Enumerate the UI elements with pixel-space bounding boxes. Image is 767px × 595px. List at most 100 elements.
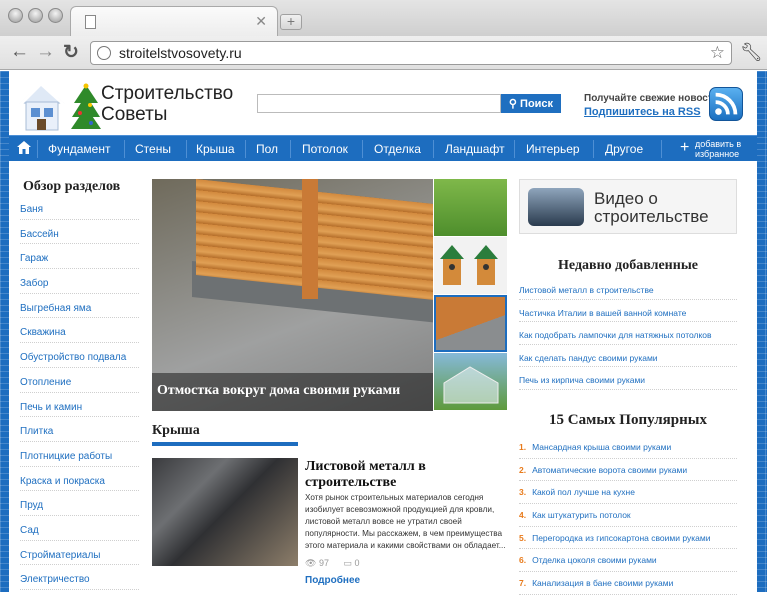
popular-rank: 1. (519, 442, 527, 452)
home-icon[interactable] (17, 141, 31, 154)
article-title[interactable]: Листовой металл в строительстве (305, 459, 485, 491)
globe-icon (97, 46, 111, 60)
popular-item-label: Канализация в бане своими руками (532, 578, 674, 589)
popular-item-label: Какой пол лучше на кухне (532, 487, 635, 498)
slider-thumbnail[interactable] (434, 237, 507, 294)
nav-item-roof[interactable]: Крыша (196, 142, 235, 156)
popular-item[interactable]: 6. Отделка цоколя своими руками (519, 549, 737, 573)
video-banner[interactable]: Видео о строительстве (519, 179, 737, 234)
popular-item[interactable]: 1. Мансардная крыша своими руками (519, 436, 737, 459)
nav-divider (433, 140, 434, 158)
comment-icon: ▭ (343, 558, 352, 568)
popular-item[interactable]: 3. Какой пол лучше на кухне (519, 481, 737, 505)
nav-item-landscape[interactable]: Ландшафт (445, 142, 505, 156)
sidebar-item[interactable]: Краска и покраска (20, 467, 139, 492)
nav-item-walls[interactable]: Стены (135, 142, 171, 156)
new-tab-button[interactable]: + (280, 14, 302, 30)
popular-item[interactable]: 2. Автоматические ворота своими руками (519, 459, 737, 482)
site-logo-text[interactable]: Строительство Советы (101, 83, 233, 125)
search-icon: ⚲ (508, 98, 517, 110)
nav-item-interior[interactable]: Интерьер (526, 142, 580, 156)
recent-item[interactable]: Как подобрать лампочки для натяжных пото… (519, 322, 737, 345)
popular-rank: 3. (519, 487, 527, 498)
sidebar-item[interactable]: Выгребная яма (20, 294, 139, 319)
article-thumbnail[interactable] (152, 458, 298, 566)
sidebar-item[interactable]: Скважина (20, 318, 139, 344)
house-logo-icon[interactable] (17, 77, 77, 133)
nav-divider (290, 140, 291, 158)
nav-divider (186, 140, 187, 158)
bookmark-star-icon[interactable]: ☆ (710, 43, 725, 63)
article-excerpt: Хотя рынок строительных материалов сегод… (305, 493, 506, 550)
nav-item-floor[interactable]: Пол (256, 142, 278, 156)
minimize-window-button[interactable] (28, 8, 43, 23)
address-bar[interactable]: stroitelstvosovety.ru ☆ (90, 41, 732, 65)
popular-rank: 6. (519, 555, 527, 566)
nav-item-ceiling[interactable]: Потолок (302, 142, 348, 156)
nav-item-foundation[interactable]: Фундамент (48, 142, 110, 156)
maximize-window-button[interactable] (48, 8, 63, 23)
nav-divider (124, 140, 125, 158)
slider-thumbnail[interactable] (434, 295, 507, 352)
recent-item[interactable]: Листовой металл в строительстве (519, 277, 737, 300)
sidebar-item[interactable]: Отопление (20, 368, 139, 393)
nav-divider (514, 140, 515, 158)
sidebar-item[interactable]: Стройматериалы (20, 541, 139, 566)
nav-item-finishing[interactable]: Отделка (374, 142, 421, 156)
popular-item-label: Перегородка из гипсокартона своими рукам… (532, 532, 711, 543)
browser-toolbar: ← → ↻ stroitelstvosovety.ru ☆ (0, 36, 767, 70)
recent-item[interactable]: Частичка Италии в вашей ванной комнате (519, 300, 737, 322)
slider-thumbnail[interactable] (434, 353, 507, 410)
popular-item[interactable]: 7. Канализация в бане своими руками (519, 572, 737, 595)
page-icon (85, 15, 96, 29)
video-camera-icon (528, 188, 584, 226)
nav-item-other[interactable]: Другое (605, 142, 643, 156)
christmas-tree-icon (71, 83, 101, 129)
search-button[interactable]: ⚲ Поиск (501, 94, 561, 113)
recent-title: Недавно добавленные (558, 258, 698, 273)
sidebar-item[interactable]: Пруд (20, 491, 139, 516)
close-tab-icon[interactable]: ✕ (255, 13, 267, 30)
sidebar-item[interactable]: Обустройство подвала (20, 343, 139, 368)
section-heading[interactable]: Крыша (152, 423, 200, 439)
close-window-button[interactable] (8, 8, 23, 23)
forward-arrow-icon[interactable]: → (36, 41, 55, 63)
plus-icon[interactable]: + (680, 139, 689, 157)
add-to-favorites-link[interactable]: добавить в избранное (695, 139, 741, 159)
sidebar-item[interactable]: Сад (20, 516, 139, 541)
rss-icon[interactable] (709, 87, 743, 121)
sidebar-item[interactable]: Плитка (20, 417, 139, 442)
wrench-icon[interactable]: 🔧︎ (740, 42, 763, 63)
recent-item[interactable]: Печь из кирпича своими руками (519, 367, 737, 390)
popular-item-label: Мансардная крыша своими руками (532, 442, 672, 452)
rss-subscribe-link[interactable]: Подпишитесь на RSS (584, 106, 701, 118)
back-arrow-icon[interactable]: ← (10, 41, 29, 63)
sidebar-item[interactable]: Гараж (20, 244, 139, 270)
popular-item[interactable]: 5. Перегородка из гипсокартона своими рук… (519, 527, 737, 550)
sidebar-title: Обзор разделов (23, 179, 121, 194)
reload-icon[interactable]: ↻ (63, 41, 79, 64)
greenhouse-thumbnail-image (443, 366, 499, 404)
browser-tab-strip: ✕ + (0, 0, 767, 36)
sidebar-item[interactable]: Плотницкие работы (20, 442, 139, 467)
search-button-label: Поиск (520, 98, 554, 110)
popular-item-label: Как штукатурить потолок (532, 510, 631, 521)
featured-caption[interactable]: Отмостка вокруг дома своими руками (152, 373, 433, 411)
featured-slider-image[interactable]: Отмостка вокруг дома своими руками (152, 179, 433, 411)
sidebar-item[interactable]: Электричество (20, 565, 139, 590)
logo-line-1: Строительство (101, 83, 234, 104)
slider-thumbnail[interactable] (434, 179, 507, 236)
main-navigation: Фундамент Стены Крыша Пол Потолок Отделк… (9, 135, 757, 161)
sidebar-item[interactable]: Печь и камин (20, 393, 139, 418)
popular-title: 15 Самых Популярных (549, 412, 707, 428)
video-banner-text: Видео о строительстве (594, 190, 709, 226)
read-more-link[interactable]: Подробнее (305, 575, 360, 586)
browser-tab[interactable]: ✕ (70, 6, 278, 36)
popular-item[interactable]: 4. Как штукатурить потолок (519, 504, 737, 527)
popular-rank: 2. (519, 464, 527, 475)
sidebar-item[interactable]: Баня (20, 195, 139, 220)
recent-item[interactable]: Как сделать пандус своими руками (519, 345, 737, 367)
search-input[interactable] (257, 94, 501, 113)
sidebar-item[interactable]: Забор (20, 269, 139, 294)
sidebar-item[interactable]: Бассейн (20, 220, 139, 245)
